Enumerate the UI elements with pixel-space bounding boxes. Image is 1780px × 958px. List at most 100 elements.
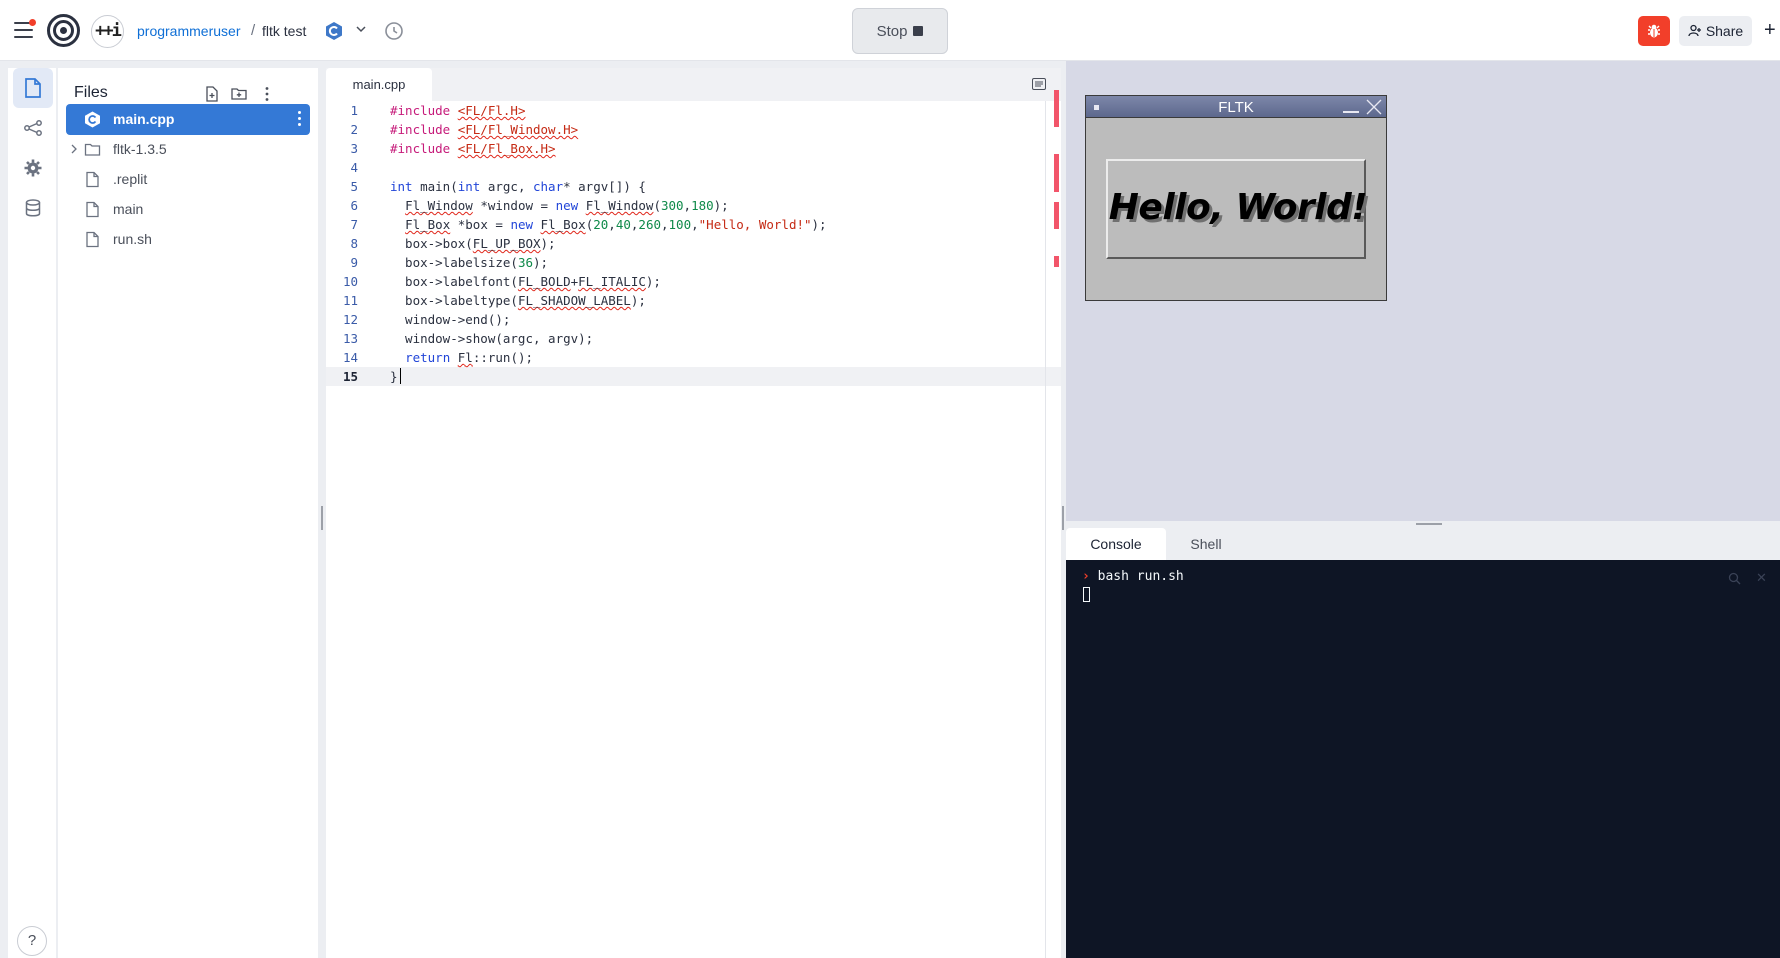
terminal-cursor <box>1083 587 1090 602</box>
left-rail: ? <box>8 68 56 958</box>
line-number: 7 <box>350 217 358 232</box>
code-line[interactable]: return Fl::run(); <box>390 348 1040 367</box>
settings-button[interactable] <box>13 148 53 188</box>
bug-icon <box>1648 24 1660 38</box>
database-icon <box>25 199 41 217</box>
search-icon[interactable] <box>1728 572 1741 585</box>
more-options-icon[interactable] <box>258 85 276 103</box>
stop-icon <box>913 26 924 36</box>
text-cursor <box>399 368 401 384</box>
close-icon[interactable] <box>1365 98 1383 116</box>
line-number-gutter: 1 2 3 4 5 6 7 8 9 10 11 12 13 14 15 <box>326 101 370 386</box>
code-line[interactable]: window->end(); <box>390 310 1040 329</box>
error-marker <box>1054 154 1059 192</box>
code-editor[interactable]: main.cpp 1 2 3 4 5 6 7 8 9 10 11 12 13 1… <box>326 68 1061 958</box>
code-line[interactable]: box->labelsize(36); <box>390 253 1040 272</box>
minimize-icon[interactable] <box>1343 111 1359 113</box>
code-area[interactable]: #include <FL/Fl.H> #include <FL/Fl_Window… <box>390 101 1040 386</box>
file-item-main[interactable]: main <box>66 194 310 225</box>
pane-resize-handle[interactable] <box>1416 523 1442 525</box>
code-line[interactable]: #include <FL/Fl.H> <box>390 101 1040 120</box>
error-marker <box>1054 256 1059 267</box>
add-user-icon <box>1688 24 1701 37</box>
line-number: 2 <box>350 122 358 137</box>
breadcrumb-repl-name[interactable]: fltk test <box>262 23 306 39</box>
file-icon <box>86 201 99 218</box>
file-icon <box>86 171 99 188</box>
file-item-fltk-folder[interactable]: fltk-1.3.5 <box>66 134 310 165</box>
fltk-hello-box: Hello, World! <box>1106 159 1368 259</box>
tab-shell[interactable]: Shell <box>1166 528 1246 560</box>
tab-console[interactable]: Console <box>1066 528 1166 560</box>
line-number: 11 <box>342 293 358 308</box>
breadcrumb-user[interactable]: programmeruser <box>137 23 240 39</box>
code-line[interactable]: window->show(argc, argv); <box>390 329 1040 348</box>
cpp-language-icon[interactable]: ++i <box>91 15 124 48</box>
history-icon[interactable] <box>383 20 405 42</box>
line-number: 9 <box>350 255 358 270</box>
code-line[interactable]: } <box>390 367 1040 386</box>
resize-handle[interactable] <box>1062 506 1064 530</box>
code-line[interactable]: box->labeltype(FL_SHADOW_LABEL); <box>390 291 1040 310</box>
console-tab-bar: Console Shell <box>1066 528 1780 560</box>
line-number: 6 <box>350 198 358 213</box>
file-name: fltk-1.3.5 <box>113 141 167 157</box>
chevron-down-icon[interactable] <box>356 26 366 33</box>
line-number: 4 <box>350 160 358 175</box>
code-line[interactable]: box->labelfont(FL_BOLD+FL_ITALIC); <box>390 272 1040 291</box>
editor-scrollbar[interactable] <box>1045 101 1046 958</box>
code-line[interactable]: box->box(FL_UP_BOX); <box>390 234 1040 253</box>
database-button[interactable] <box>13 188 53 228</box>
line-number: 10 <box>342 274 358 289</box>
code-line[interactable] <box>390 158 1040 177</box>
file-item-main-cpp[interactable]: main.cpp <box>66 104 310 135</box>
resize-handle[interactable] <box>321 506 323 530</box>
fltk-window[interactable]: FLTK Hello, World! <box>1085 95 1387 301</box>
code-line[interactable]: int main(int argc, char* argv[]) { <box>390 177 1040 196</box>
files-title: Files <box>74 84 108 101</box>
code-line[interactable]: #include <FL/Fl_Window.H> <box>390 120 1040 139</box>
file-item-run-sh[interactable]: run.sh <box>66 224 310 255</box>
chevron-right-icon[interactable] <box>70 144 78 154</box>
replit-logo-icon[interactable] <box>47 14 80 47</box>
file-name: run.sh <box>113 231 152 247</box>
plus-icon[interactable]: + <box>1764 20 1776 40</box>
file-icon <box>86 231 99 248</box>
error-marker <box>1054 202 1059 229</box>
version-control-button[interactable] <box>13 108 53 148</box>
code-line[interactable]: Fl_Box *box = new Fl_Box(20,40,260,100,"… <box>390 215 1040 234</box>
fltk-titlebar[interactable]: FLTK <box>1086 96 1386 118</box>
line-number: 5 <box>350 179 358 194</box>
console-command: bash run.sh <box>1097 569 1184 584</box>
file-item-replit[interactable]: .replit <box>66 164 310 195</box>
line-number: 3 <box>350 141 358 156</box>
hello-world-label: Hello, World! <box>1108 187 1368 228</box>
console-output[interactable]: › bash run.sh ✕ <box>1066 560 1780 958</box>
folder-icon <box>84 143 101 156</box>
new-file-icon[interactable] <box>203 85 221 103</box>
stop-button-label: Stop <box>876 22 908 40</box>
cpp-file-icon <box>85 111 100 128</box>
share-button-label: Share <box>1705 23 1744 39</box>
files-tool-button[interactable] <box>13 68 53 108</box>
editor-options-icon[interactable] <box>1032 78 1046 90</box>
file-options-icon[interactable] <box>298 111 302 127</box>
line-number: 15 <box>342 369 358 384</box>
clear-console-icon[interactable]: ✕ <box>1756 571 1767 584</box>
tab-main-cpp[interactable]: main.cpp <box>326 68 432 102</box>
stop-button[interactable]: Stop <box>852 8 948 54</box>
code-line[interactable]: #include <FL/Fl_Box.H> <box>390 139 1040 158</box>
fltk-window-title: FLTK <box>1218 99 1254 116</box>
file-icon <box>25 78 41 98</box>
file-name: main.cpp <box>113 111 175 127</box>
file-name: main <box>113 201 144 217</box>
cpp-icon[interactable] <box>324 21 344 41</box>
breadcrumb-separator: / <box>251 22 256 39</box>
console-command-line: › bash run.sh <box>1082 569 1184 584</box>
new-folder-icon[interactable] <box>230 85 248 103</box>
help-button[interactable]: ? <box>17 926 47 956</box>
share-button[interactable]: Share <box>1679 16 1752 46</box>
code-line[interactable]: Fl_Window *window = new Fl_Window(300,18… <box>390 196 1040 215</box>
output-preview: FLTK Hello, World! <box>1066 61 1780 521</box>
report-bug-button[interactable] <box>1638 16 1670 46</box>
